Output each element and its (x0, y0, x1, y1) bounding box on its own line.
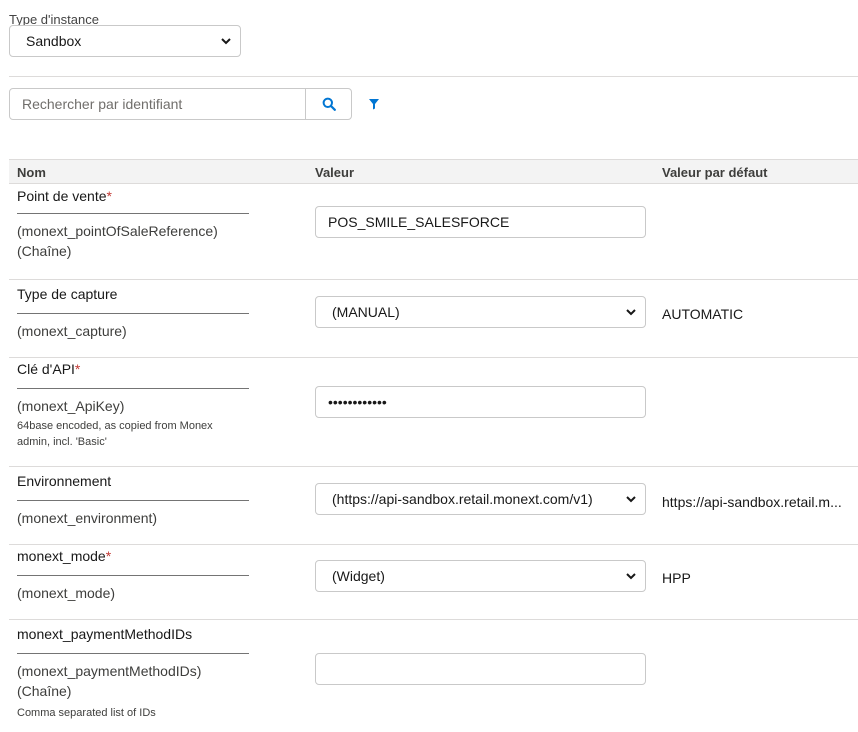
param-key: (monext_capture) (17, 323, 127, 339)
param-key: (monext_environment) (17, 510, 158, 526)
payment-method-ids-input[interactable] (315, 653, 646, 685)
search-button[interactable] (305, 88, 352, 120)
chevron-down-icon (626, 496, 636, 503)
param-label: monext_paymentMethodIDs (17, 626, 193, 642)
mode-select[interactable]: (Widget) (315, 560, 646, 592)
param-label: Type de capture (17, 286, 118, 302)
table-header: Nom Valeur Valeur par défaut (9, 159, 858, 184)
table-row: Clé d'API* (monext_ApiKey) 64base encode… (9, 358, 858, 467)
label-underline (17, 500, 249, 501)
filter-icon (369, 99, 379, 110)
required-marker: * (105, 548, 112, 564)
required-marker: * (74, 361, 81, 377)
param-type: (Chaîne) (17, 683, 72, 699)
chevron-down-icon (626, 573, 636, 580)
search-placeholder: Rechercher par identifiant (22, 96, 183, 112)
table-row: Environnement (monext_environment) (http… (9, 467, 858, 545)
chevron-down-icon (221, 38, 231, 45)
label-underline (17, 313, 249, 314)
instance-type-value: Sandbox (26, 33, 82, 49)
header-name: Nom (17, 165, 46, 180)
param-help: 64base encoded, as copied from Monex adm… (17, 420, 213, 448)
param-label: Clé d'API* (17, 361, 81, 377)
input-value: POS_SMILE_SALESFORCE (328, 214, 510, 230)
search-icon (322, 97, 336, 111)
table-row: monext_mode* (monext_mode) (Widget) HPP (9, 545, 858, 620)
required-marker: * (106, 188, 112, 204)
capture-type-select[interactable]: (MANUAL) (315, 296, 646, 328)
param-help: Comma separated list of IDs (17, 707, 156, 719)
select-value: (Widget) (332, 568, 385, 584)
table-row: monext_paymentMethodIDs (monext_paymentM… (9, 620, 858, 732)
header-value: Valeur (315, 165, 355, 180)
environment-select[interactable]: (https://api-sandbox.retail.monext.com/v… (315, 483, 646, 515)
pos-reference-input[interactable]: POS_SMILE_SALESFORCE (315, 206, 646, 238)
select-value: (MANUAL) (332, 304, 400, 320)
table-row: Type de capture (monext_capture) (MANUAL… (9, 280, 858, 358)
password-value: •••••••••••• (328, 394, 387, 410)
chevron-down-icon (626, 309, 636, 316)
param-label: Point de vente* (17, 188, 112, 204)
default-value: AUTOMATIC (662, 306, 744, 322)
param-key: (monext_mode) (17, 585, 116, 601)
api-key-input[interactable]: •••••••••••• (315, 386, 646, 418)
param-type: (Chaîne) (17, 243, 72, 259)
filter-button[interactable] (364, 95, 384, 113)
param-key: (monext_ApiKey) (17, 398, 125, 414)
table-row: Point de vente* (monext_pointOfSaleRefer… (9, 184, 858, 280)
header-default: Valeur par défaut (662, 165, 768, 180)
label-underline (17, 653, 249, 654)
default-value: https://api-sandbox.retail.m... (662, 494, 842, 510)
section-divider (9, 76, 858, 77)
instance-type-select[interactable]: Sandbox (9, 25, 241, 57)
search-input[interactable]: Rechercher par identifiant (9, 88, 306, 120)
select-value: (https://api-sandbox.retail.monext.com/v… (332, 491, 593, 507)
label-underline (17, 388, 249, 389)
param-label: Environnement (17, 473, 112, 489)
param-key: (monext_paymentMethodIDs) (17, 663, 202, 679)
default-value: HPP (662, 570, 691, 586)
param-key: (monext_pointOfSaleReference) (17, 223, 218, 239)
label-underline (17, 213, 249, 214)
param-label: monext_mode* (17, 548, 112, 564)
label-underline (17, 575, 249, 576)
